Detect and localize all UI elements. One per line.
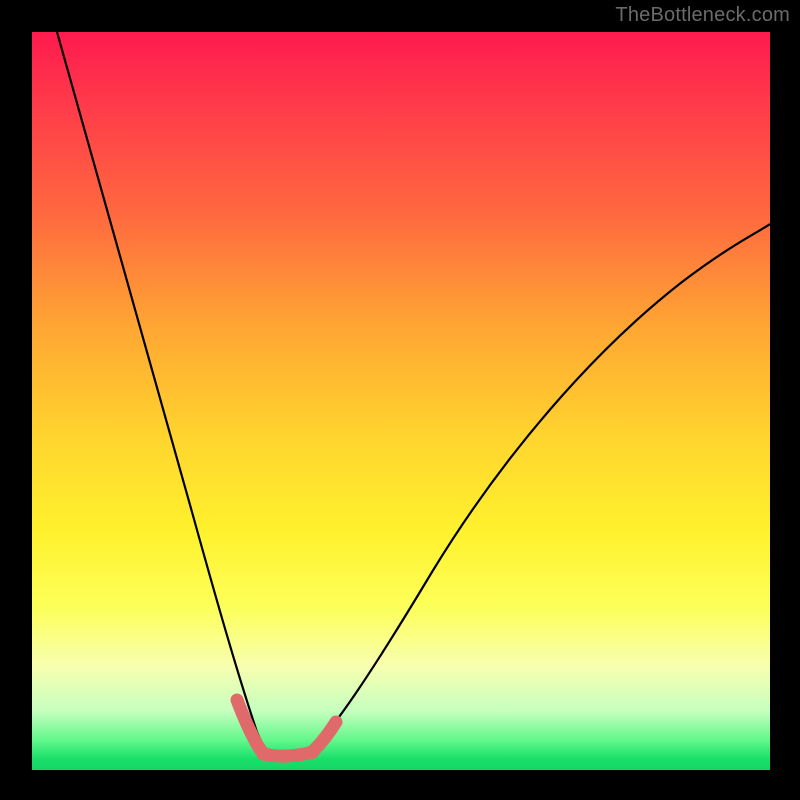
- watermark-text: TheBottleneck.com: [615, 4, 790, 27]
- plot-area: [32, 32, 770, 770]
- outer-frame: TheBottleneck.com: [0, 0, 800, 800]
- chart-svg: [32, 32, 770, 770]
- bottleneck-curve: [57, 32, 770, 756]
- highlight-left: [237, 700, 265, 754]
- curve-right-branch: [309, 224, 770, 752]
- highlight-right: [311, 722, 336, 753]
- curve-left-branch: [57, 32, 272, 756]
- highlight-segment: [237, 700, 336, 756]
